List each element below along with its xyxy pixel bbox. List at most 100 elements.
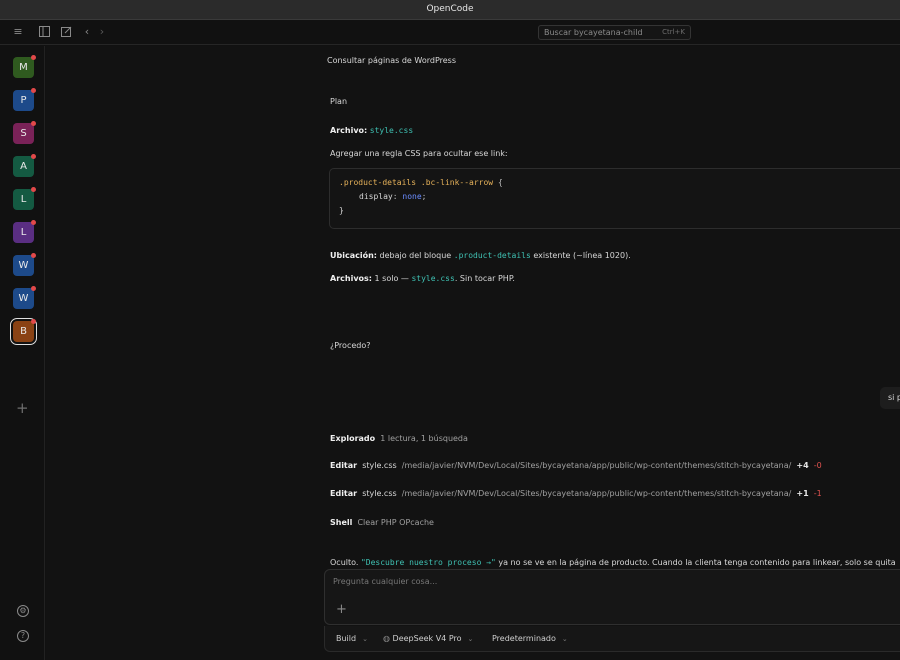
code-semicolon: ; (421, 192, 427, 201)
plan-heading: Plan (330, 97, 348, 106)
edit-line-2[interactable]: Editar style.css /media/javier/NVM/Dev/L… (330, 489, 822, 498)
search-input[interactable]: Buscar bycayetana-child Ctrl+K (538, 25, 691, 40)
model-label: DeepSeek V4 Pro (392, 634, 462, 643)
variant-select[interactable]: Predeterminado ⌄ (492, 634, 568, 643)
archivos-text: 1 solo — (374, 274, 409, 283)
css-value: none (402, 192, 422, 201)
project-avatar[interactable]: L (13, 220, 36, 243)
shell-detail: Clear PHP OPcache (357, 518, 434, 527)
notification-dot (31, 220, 36, 225)
attach-icon[interactable]: + (336, 602, 347, 617)
project-letter: B (20, 326, 27, 337)
back-icon[interactable]: ‹ (81, 26, 93, 38)
edit-path: /media/javier/NVM/Dev/Local/Sites/bycaye… (401, 461, 792, 470)
sidebar-toggle-icon[interactable] (38, 26, 50, 38)
archivos-label: Archivos: (330, 274, 372, 283)
toolbar: ≡ ‹ › (0, 20, 900, 45)
archivo-file: style.css (369, 126, 414, 135)
archivos-line: Archivos: 1 solo — style.css. Sin tocar … (330, 274, 515, 283)
result-text: Oculto. "Descubre nuestro proceso →" ya … (330, 558, 896, 567)
edit-path: /media/javier/NVM/Dev/Local/Sites/bycaye… (401, 489, 792, 498)
forward-icon[interactable]: › (96, 26, 108, 38)
project-avatar[interactable]: M (13, 55, 36, 78)
chevron-down-icon: ⌄ (362, 635, 368, 643)
edit-file: style.css (362, 489, 397, 498)
model-select[interactable]: ◍ DeepSeek V4 Pro ⌄ (383, 634, 473, 643)
project-letter: W (18, 260, 29, 271)
mode-label: Build (336, 634, 357, 643)
ubicacion-label: Ubicación: (330, 251, 377, 260)
add-project-icon[interactable]: + (16, 399, 29, 417)
archivos-code: style.css (411, 274, 455, 283)
search-shortcut: Ctrl+K (662, 28, 685, 36)
archivo-label: Archivo: (330, 126, 368, 135)
archivo-line: Archivo: style.css (330, 126, 413, 135)
code-line-1: .product-details .bc-link--arrow { (339, 178, 503, 187)
project-letter: M (19, 62, 28, 73)
settings-icon[interactable]: ⚙ (17, 605, 29, 617)
ubicacion-text-end: existente (~línea 1020). (533, 251, 631, 260)
project-avatar[interactable]: P (13, 88, 36, 111)
ubicacion-text: debajo del bloque (379, 251, 452, 260)
edit-label: Editar (330, 489, 358, 498)
result-start: Oculto. (330, 558, 359, 567)
prompt-composer[interactable]: Pregunta cualquier cosa... + (324, 569, 900, 625)
composer-footer: Build ⌄ ◍ DeepSeek V4 Pro ⌄ Predeterminado… (324, 626, 900, 652)
chevron-down-icon: ⌄ (561, 635, 568, 643)
project-avatar[interactable]: W (13, 286, 36, 309)
notification-dot (31, 154, 36, 159)
user-message-bubble: si p (880, 387, 900, 409)
new-session-icon[interactable] (60, 26, 72, 38)
project-letter: S (20, 128, 27, 139)
notification-dot (31, 253, 36, 258)
explorado-line[interactable]: Explorado 1 lectura, 1 búsqueda (330, 434, 468, 443)
ubicacion-code: .product-details (453, 251, 531, 260)
css-selector: .product-details .bc-link--arrow (339, 178, 494, 187)
mode-select[interactable]: Build ⌄ (336, 634, 368, 643)
project-avatar[interactable]: A (13, 154, 36, 177)
project-rail: M P S A L L W W B + ⚙ ? (0, 46, 45, 660)
result-end: ya no se ve en la página de producto. Cu… (498, 558, 896, 567)
result-code: "Descubre nuestro proceso →" (360, 558, 496, 567)
model-icon: ◍ (383, 634, 393, 643)
shell-label: Shell (330, 518, 353, 527)
project-avatar[interactable]: S (13, 121, 36, 144)
variant-label: Predeterminado (492, 634, 556, 643)
instruction-text: Agregar una regla CSS para ocultar ese l… (330, 149, 508, 158)
code-block: .product-details .bc-link--arrow { displ… (329, 168, 900, 229)
question-text: ¿Procedo? (330, 341, 371, 350)
project-avatar[interactable]: W (13, 253, 36, 276)
notification-dot (31, 55, 36, 60)
edit-file: style.css (362, 461, 397, 470)
session-title: Consultar páginas de WordPress (327, 56, 457, 65)
app-title: OpenCode (426, 4, 474, 14)
prompt-input[interactable]: Pregunta cualquier cosa... (333, 577, 437, 586)
notification-dot (31, 121, 36, 126)
code-brace-open: { (497, 178, 503, 187)
edit-label: Editar (330, 461, 358, 470)
archivos-text-end: . Sin tocar PHP. (454, 274, 515, 283)
project-letter: W (18, 293, 29, 304)
code-colon: : (392, 192, 398, 201)
notification-dot (31, 319, 36, 324)
project-letter: P (20, 95, 27, 106)
project-avatar[interactable]: B (10, 318, 37, 345)
project-letter: L (20, 227, 27, 238)
explorado-detail: 1 lectura, 1 búsqueda (380, 434, 468, 443)
help-icon[interactable]: ? (17, 630, 29, 642)
shell-line[interactable]: Shell Clear PHP OPcache (330, 518, 434, 527)
project-avatar[interactable]: L (13, 187, 36, 210)
chevron-down-icon: ⌄ (467, 635, 474, 643)
title-bar: OpenCode (0, 0, 900, 20)
user-message-text: si p (888, 393, 900, 402)
lines-removed: -0 (813, 461, 822, 470)
menu-icon[interactable]: ≡ (12, 26, 24, 38)
search-placeholder: Buscar bycayetana-child (544, 28, 643, 37)
conversation: Consultar páginas de WordPress Plan Arch… (46, 46, 900, 660)
edit-line-1[interactable]: Editar style.css /media/javier/NVM/Dev/L… (330, 461, 822, 470)
lines-added: +1 (796, 489, 809, 498)
code-line-3: } (339, 206, 344, 215)
project-letter: L (20, 194, 27, 205)
notification-dot (31, 88, 36, 93)
code-line-2: display: none; (359, 192, 426, 201)
